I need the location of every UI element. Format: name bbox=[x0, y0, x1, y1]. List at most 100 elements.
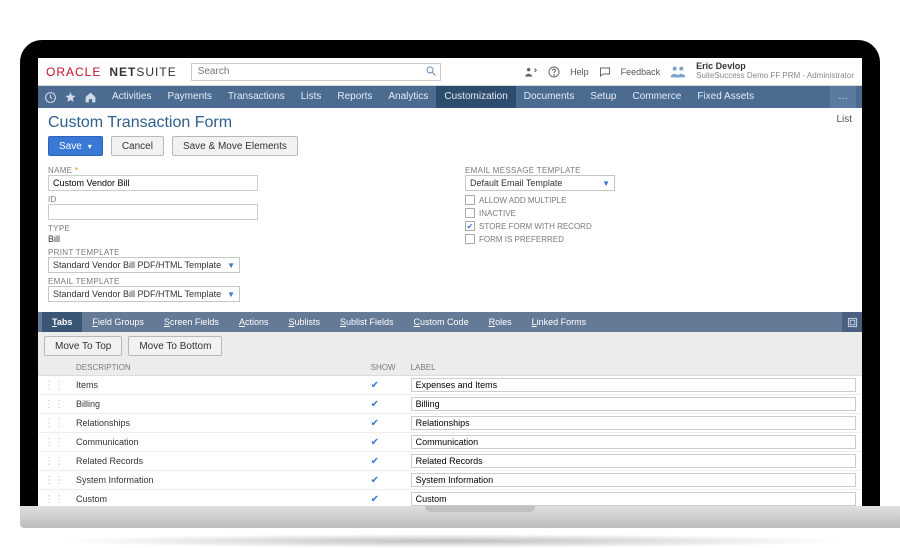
brand-netsuite: NETSUITE bbox=[109, 65, 176, 79]
col-label[interactable]: LABEL bbox=[405, 360, 862, 376]
subtab-screen-fields[interactable]: Screen Fields bbox=[154, 312, 229, 332]
page-actions: Save▾ Cancel Save & Move Elements bbox=[38, 136, 862, 162]
id-field[interactable] bbox=[48, 204, 258, 220]
subtab-actions[interactable]: Actions bbox=[229, 312, 279, 332]
type-label: TYPE bbox=[48, 224, 435, 233]
user-role: SuiteSuccess Demo FF PRM - Administrator bbox=[696, 72, 854, 81]
nav-item-lists[interactable]: Lists bbox=[293, 86, 330, 108]
nav-item-transactions[interactable]: Transactions bbox=[220, 86, 293, 108]
user-icon bbox=[670, 65, 686, 79]
row-label-input[interactable] bbox=[411, 435, 856, 449]
subtab-custom-code[interactable]: Custom Code bbox=[404, 312, 479, 332]
subtab-sublists[interactable]: Sublists bbox=[278, 312, 330, 332]
nav-item-fixed-assets[interactable]: Fixed Assets bbox=[689, 86, 762, 108]
subactions: Move To Top Move To Bottom bbox=[38, 332, 862, 360]
table-row[interactable]: ⋮⋮ System Information✔ bbox=[38, 471, 862, 490]
drag-handle-icon[interactable]: ⋮⋮ bbox=[44, 456, 64, 467]
row-show-checkbox[interactable]: ✔ bbox=[365, 376, 405, 395]
row-description: Communication bbox=[70, 433, 365, 452]
role-switch-icon[interactable] bbox=[524, 66, 538, 78]
row-label-input[interactable] bbox=[411, 416, 856, 430]
search-input[interactable] bbox=[191, 63, 441, 81]
row-show-checkbox[interactable]: ✔ bbox=[365, 414, 405, 433]
star-icon[interactable] bbox=[64, 91, 84, 104]
table-row[interactable]: ⋮⋮Billing✔ bbox=[38, 395, 862, 414]
feedback-icon[interactable] bbox=[599, 66, 611, 78]
row-description: Relationships bbox=[70, 414, 365, 433]
nav-item-commerce[interactable]: Commerce bbox=[624, 86, 689, 108]
email-template-select[interactable]: Standard Vendor Bill PDF/HTML Template▼ bbox=[48, 286, 240, 302]
row-label-input[interactable] bbox=[411, 454, 856, 468]
nav-item-setup[interactable]: Setup bbox=[582, 86, 624, 108]
nav-item-reports[interactable]: Reports bbox=[329, 86, 380, 108]
move-to-top-button[interactable]: Move To Top bbox=[44, 336, 122, 356]
cancel-button[interactable]: Cancel bbox=[111, 136, 164, 156]
store-form-row[interactable]: STORE FORM WITH RECORD bbox=[465, 221, 852, 231]
subtab-sublist-fields[interactable]: Sublist Fields bbox=[330, 312, 404, 332]
drag-handle-icon[interactable]: ⋮⋮ bbox=[44, 399, 64, 410]
subtab-linked-forms[interactable]: Linked Forms bbox=[522, 312, 597, 332]
form-preferred-row[interactable]: FORM IS PREFERRED bbox=[465, 234, 852, 244]
page-header: Custom Transaction Form List bbox=[38, 108, 862, 136]
main-nav: ActivitiesPaymentsTransactionsListsRepor… bbox=[38, 86, 862, 108]
feedback-link[interactable]: Feedback bbox=[621, 67, 661, 77]
global-search[interactable] bbox=[191, 63, 441, 81]
list-link[interactable]: List bbox=[836, 114, 852, 125]
user-block[interactable]: Eric Devlop SuiteSuccess Demo FF PRM - A… bbox=[696, 62, 854, 81]
row-show-checkbox[interactable]: ✔ bbox=[365, 471, 405, 490]
home-icon[interactable] bbox=[84, 91, 104, 104]
table-row[interactable]: ⋮⋮ Communication✔ bbox=[38, 433, 862, 452]
name-label: NAME bbox=[48, 166, 435, 175]
subtab-field-groups[interactable]: Field Groups bbox=[82, 312, 154, 332]
print-template-label: PRINT TEMPLATE bbox=[48, 248, 435, 257]
inactive-checkbox[interactable] bbox=[465, 208, 475, 218]
id-label: ID bbox=[48, 195, 435, 204]
table-row[interactable]: ⋮⋮ Relationships✔ bbox=[38, 414, 862, 433]
save-button[interactable]: Save▾ bbox=[48, 136, 103, 156]
drag-handle-icon[interactable]: ⋮⋮ bbox=[44, 437, 64, 448]
recent-icon[interactable] bbox=[44, 91, 64, 104]
row-label-input[interactable] bbox=[411, 473, 856, 487]
name-field[interactable] bbox=[48, 175, 258, 191]
drag-handle-icon[interactable]: ⋮⋮ bbox=[44, 475, 64, 486]
form-preferred-checkbox[interactable] bbox=[465, 234, 475, 244]
type-value: Bill bbox=[48, 233, 435, 244]
allow-add-multiple-checkbox[interactable] bbox=[465, 195, 475, 205]
inactive-row[interactable]: INACTIVE bbox=[465, 208, 852, 218]
search-icon[interactable] bbox=[425, 65, 437, 77]
print-template-select[interactable]: Standard Vendor Bill PDF/HTML Template▼ bbox=[48, 257, 240, 273]
store-form-checkbox[interactable] bbox=[465, 221, 475, 231]
email-msg-label: EMAIL MESSAGE TEMPLATE bbox=[465, 166, 852, 175]
nav-item-analytics[interactable]: Analytics bbox=[380, 86, 436, 108]
help-link[interactable]: Help bbox=[570, 67, 589, 77]
nav-item-payments[interactable]: Payments bbox=[159, 86, 219, 108]
nav-item-customization[interactable]: Customization bbox=[436, 86, 515, 108]
col-show[interactable]: SHOW bbox=[365, 360, 405, 376]
drag-handle-icon[interactable]: ⋮⋮ bbox=[44, 418, 64, 429]
row-label-input[interactable] bbox=[411, 397, 856, 411]
expand-icon[interactable] bbox=[842, 312, 862, 332]
nav-item-documents[interactable]: Documents bbox=[516, 86, 583, 108]
drag-handle-icon[interactable]: ⋮⋮ bbox=[44, 494, 64, 505]
subtab-tabs[interactable]: Tabs bbox=[42, 312, 82, 332]
table-row[interactable]: ⋮⋮Items✔ bbox=[38, 376, 862, 395]
allow-add-multiple-row[interactable]: ALLOW ADD MULTIPLE bbox=[465, 195, 852, 205]
row-show-checkbox[interactable]: ✔ bbox=[365, 433, 405, 452]
nav-overflow[interactable]: … bbox=[830, 86, 856, 108]
row-show-checkbox[interactable]: ✔ bbox=[365, 395, 405, 414]
page-title: Custom Transaction Form bbox=[48, 114, 232, 132]
save-move-button[interactable]: Save & Move Elements bbox=[172, 136, 298, 156]
col-description[interactable]: DESCRIPTION bbox=[70, 360, 365, 376]
row-show-checkbox[interactable]: ✔ bbox=[365, 452, 405, 471]
row-label-input[interactable] bbox=[411, 378, 856, 392]
help-icon[interactable] bbox=[548, 66, 560, 78]
row-label-input[interactable] bbox=[411, 492, 856, 506]
subtab-roles[interactable]: Roles bbox=[479, 312, 522, 332]
drag-handle-icon[interactable]: ⋮⋮ bbox=[44, 380, 64, 391]
tabs-table: DESCRIPTION SHOW LABEL ⋮⋮Items✔⋮⋮Billing… bbox=[38, 360, 862, 508]
table-row[interactable]: ⋮⋮Related Records✔ bbox=[38, 452, 862, 471]
nav-item-activities[interactable]: Activities bbox=[104, 86, 159, 108]
move-to-bottom-button[interactable]: Move To Bottom bbox=[128, 336, 222, 356]
row-description: System Information bbox=[70, 471, 365, 490]
email-msg-select[interactable]: Default Email Template▼ bbox=[465, 175, 615, 191]
